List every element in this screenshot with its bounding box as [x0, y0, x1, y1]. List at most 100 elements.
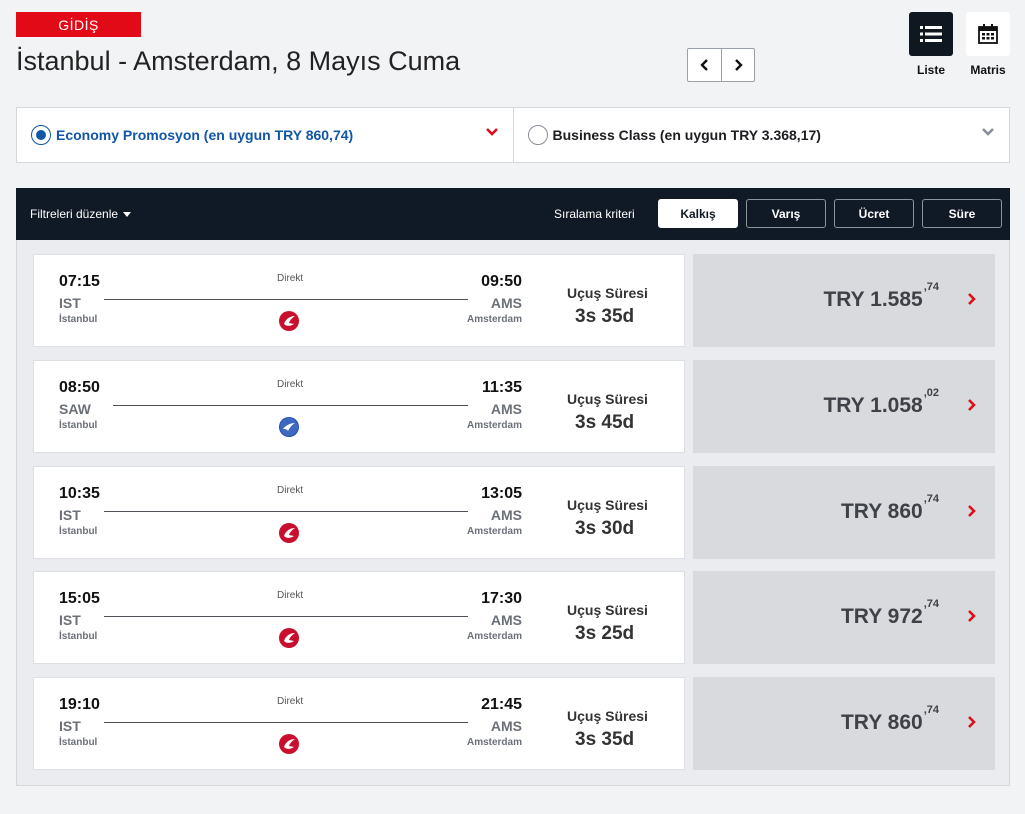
fare-select-button[interactable]: TRY 1.585,74	[693, 254, 995, 347]
list-view-button[interactable]	[909, 12, 953, 56]
departure-city: İstanbul	[59, 314, 98, 325]
arrival-airport-code: AMS	[490, 507, 522, 523]
flight-duration-label: Uçuş Süresi	[567, 285, 648, 301]
business-radio[interactable]	[527, 125, 548, 145]
flight-duration-label: Uçuş Süresi	[567, 497, 648, 513]
chevron-left-icon	[699, 59, 708, 71]
chevron-down-icon	[982, 128, 994, 136]
flight-card[interactable]: 08:50 SAW İstanbul Direkt 11:35 AMS Amst…	[33, 360, 685, 453]
turkish-airlines-logo-icon	[279, 523, 299, 543]
route-line	[104, 511, 468, 512]
sort-criteria-label: Sıralama kriteri	[554, 207, 635, 221]
flight-duration-value: 3s 25d	[575, 623, 635, 644]
fare-price-main: TRY 972	[840, 605, 923, 628]
fare-price-decimals: ,74	[923, 598, 939, 610]
fare-select-button[interactable]: TRY 972,74	[693, 571, 995, 664]
departure-airport-code: IST	[59, 718, 81, 734]
fare-price: TRY 972,74	[840, 598, 939, 629]
departure-city: İstanbul	[59, 631, 98, 642]
cabin-class-economy[interactable]: Economy Promosyon (en uygun TRY 860,74)	[17, 108, 513, 162]
edit-filters-button[interactable]: Filtreleri düzenle	[30, 207, 132, 221]
cabin-class-business[interactable]: Business Class (en uygun TRY 3.368,17)	[512, 108, 1010, 162]
departure-city: İstanbul	[59, 526, 98, 537]
fare-price-decimals: ,74	[923, 281, 939, 293]
chevron-right-icon	[968, 399, 976, 411]
chevron-right-icon	[735, 59, 743, 71]
route-line	[113, 405, 468, 406]
sort-duration-button[interactable]: Süre	[922, 199, 1002, 228]
flight-duration-label: Uçuş Süresi	[567, 602, 648, 618]
chevron-right-icon	[968, 505, 976, 517]
stops-label: Direkt	[277, 590, 304, 601]
economy-radio[interactable]	[31, 125, 51, 145]
edit-filters-label: Filtreleri düzenle	[30, 207, 119, 221]
chevron-down-icon	[485, 128, 498, 136]
flight-duration-value: 3s 30d	[575, 518, 635, 539]
fare-price: TRY 1.058,02	[823, 387, 939, 418]
flight-card[interactable]: 19:10 IST İstanbul Direkt 21:45 AMS Amst…	[33, 677, 685, 770]
chevron-right-icon	[968, 716, 976, 728]
departure-time: 07:15	[59, 273, 100, 290]
departure-airport-code: IST	[59, 295, 81, 311]
sort-arrival-button[interactable]: Varış	[746, 199, 826, 228]
chevron-right-icon	[968, 293, 976, 305]
arrival-airport-code: AMS	[490, 718, 522, 734]
arrival-city: Amsterdam	[466, 314, 522, 325]
arrival-airport-code: AMS	[490, 295, 522, 311]
flight-duration-label: Uçuş Süresi	[567, 708, 648, 724]
fare-price: TRY 1.585,74	[823, 281, 939, 312]
previous-day-button[interactable]	[688, 49, 721, 81]
economy-class-label: Economy Promosyon (en uygun TRY 860,74)	[56, 127, 354, 143]
fare-price-main: TRY 860	[840, 500, 923, 523]
departure-time: 15:05	[59, 590, 100, 607]
sort-departure-button[interactable]: Kalkış	[658, 199, 738, 228]
arrival-airport-code: AMS	[490, 612, 522, 628]
arrival-city: Amsterdam	[466, 420, 522, 431]
arrival-city: Amsterdam	[466, 631, 522, 642]
arrival-time: 09:50	[481, 273, 522, 290]
departure-time: 08:50	[59, 379, 100, 396]
fare-select-button[interactable]: TRY 1.058,02	[693, 360, 995, 453]
next-day-button[interactable]	[721, 49, 754, 81]
flight-card[interactable]: 15:05 IST İstanbul Direkt 17:30 AMS Amst…	[33, 571, 685, 664]
stops-label: Direkt	[277, 273, 304, 284]
departure-time: 10:35	[59, 485, 100, 502]
departure-airport-code: IST	[59, 612, 81, 628]
flight-card[interactable]: 10:35 IST İstanbul Direkt 13:05 AMS Amst…	[33, 466, 685, 559]
cabin-class-selector: Economy Promosyon (en uygun TRY 860,74) …	[16, 107, 1010, 163]
flight-results-list: 07:15 IST İstanbul Direkt 09:50 AMS Amst…	[16, 240, 1010, 786]
flight-duration-value: 3s 35d	[575, 729, 635, 750]
sort-price-button[interactable]: Ücret	[834, 199, 914, 228]
calendar-icon	[978, 24, 998, 44]
direction-badge: GİDİŞ	[16, 12, 141, 37]
flight-duration-value: 3s 35d	[575, 306, 635, 327]
matrix-view-button[interactable]	[966, 12, 1010, 56]
fare-select-button[interactable]: TRY 860,74	[693, 466, 995, 559]
fare-price-main: TRY 860	[840, 711, 923, 734]
stops-label: Direkt	[277, 485, 304, 496]
flight-duration-value: 3s 45d	[575, 412, 635, 433]
arrival-time: 11:35	[481, 379, 522, 396]
fare-price-main: TRY 1.585	[823, 288, 923, 311]
page-title: İstanbul - Amsterdam, 8 Mayıs Cuma	[16, 46, 461, 76]
stops-label: Direkt	[277, 379, 304, 390]
turkish-airlines-logo-icon	[279, 734, 299, 754]
turkish-airlines-logo-icon	[279, 628, 299, 648]
fare-price-decimals: ,02	[923, 387, 939, 399]
business-class-label: Business Class (en uygun TRY 3.368,17)	[552, 127, 821, 143]
departure-city: İstanbul	[59, 420, 98, 431]
departure-airport-code: SAW	[59, 401, 91, 417]
departure-city: İstanbul	[59, 737, 98, 748]
departure-time: 19:10	[59, 696, 100, 713]
arrival-time: 13:05	[481, 485, 522, 502]
stops-label: Direkt	[277, 696, 304, 707]
matrix-view-label: Matris	[970, 63, 1006, 77]
arrival-airport-code: AMS	[490, 401, 522, 417]
fare-select-button[interactable]: TRY 860,74	[693, 677, 995, 770]
fare-price: TRY 860,74	[840, 704, 939, 735]
turkish-airlines-logo-icon	[279, 311, 299, 331]
flight-card[interactable]: 07:15 IST İstanbul Direkt 09:50 AMS Amst…	[33, 254, 685, 347]
departure-airport-code: IST	[59, 507, 81, 523]
chevron-right-icon	[968, 610, 976, 622]
fare-price-decimals: ,74	[923, 493, 939, 505]
